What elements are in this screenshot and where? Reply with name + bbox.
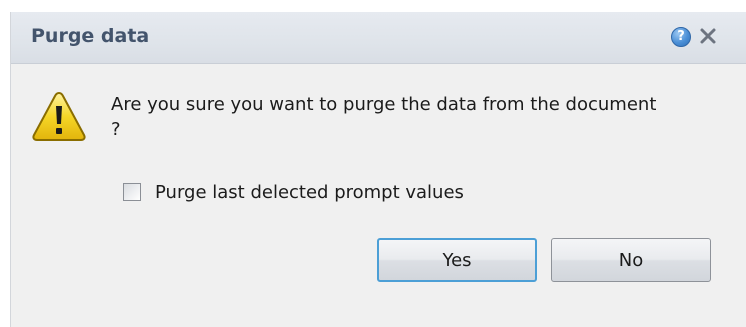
no-button[interactable]: No: [551, 238, 711, 282]
warning-icon: [31, 90, 87, 142]
purge-prompt-values-option[interactable]: Purge last delected prompt values: [123, 180, 464, 204]
checkbox-label: Purge last delected prompt values: [155, 181, 464, 203]
confirmation-message: Are you sure you want to purge the data …: [111, 94, 657, 140]
purge-prompt-values-checkbox[interactable]: [123, 183, 141, 201]
yes-button[interactable]: Yes: [377, 238, 537, 282]
dialog-title: Purge data: [31, 25, 150, 47]
help-icon[interactable]: ?: [671, 27, 691, 47]
purge-data-dialog: Purge data ? Are you sure you want to pu…: [10, 12, 746, 327]
close-icon[interactable]: [697, 25, 719, 47]
dialog-titlebar: Purge data ?: [11, 12, 746, 64]
